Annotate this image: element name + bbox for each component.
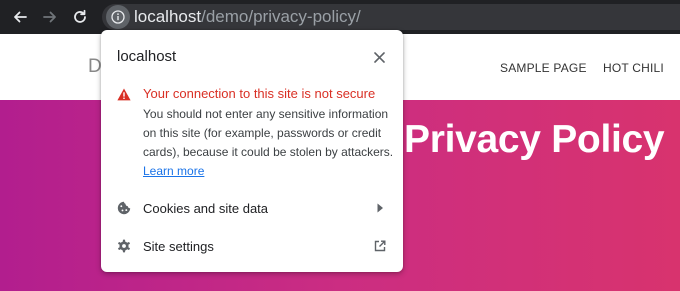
address-bar[interactable]: localhost/demo/privacy-policy/ xyxy=(102,4,680,30)
warning-title: Your connection to this site is not secu… xyxy=(143,86,376,101)
url-host: localhost xyxy=(134,7,202,26)
page-title: Privacy Policy xyxy=(404,118,665,161)
popup-title: localhost xyxy=(117,48,177,65)
warning-icon xyxy=(117,88,131,101)
cookie-icon xyxy=(117,201,131,215)
cookies-and-site-data-row[interactable]: Cookies and site data xyxy=(101,190,403,226)
site-settings-label: Site settings xyxy=(143,238,214,254)
site-settings-row[interactable]: Site settings xyxy=(101,228,403,264)
forward-arrow-icon[interactable] xyxy=(38,5,62,29)
warning-text: You should not enter any sensitive infor… xyxy=(143,107,394,159)
browser-toolbar: localhost/demo/privacy-policy/ xyxy=(0,0,680,34)
site-info-popup: localhost Your connection to this site i… xyxy=(101,30,403,272)
reload-icon[interactable] xyxy=(68,5,92,29)
warning-body: You should not enter any sensitive infor… xyxy=(143,105,395,181)
back-arrow-icon[interactable] xyxy=(8,5,32,29)
gear-icon xyxy=(117,239,131,253)
learn-more-link[interactable]: Learn more xyxy=(143,164,204,178)
close-icon[interactable] xyxy=(369,47,389,67)
nav-link-sample-page[interactable]: SAMPLE PAGE xyxy=(500,61,587,75)
info-icon[interactable] xyxy=(106,5,130,29)
chevron-right-icon xyxy=(373,201,387,215)
url-path: /demo/privacy-policy/ xyxy=(201,7,361,26)
cookies-and-site-data-label: Cookies and site data xyxy=(143,200,269,216)
external-link-icon xyxy=(373,239,387,253)
url-text[interactable]: localhost/demo/privacy-policy/ xyxy=(134,8,361,26)
nav-link-hot-chili[interactable]: HOT CHILI xyxy=(603,61,664,75)
